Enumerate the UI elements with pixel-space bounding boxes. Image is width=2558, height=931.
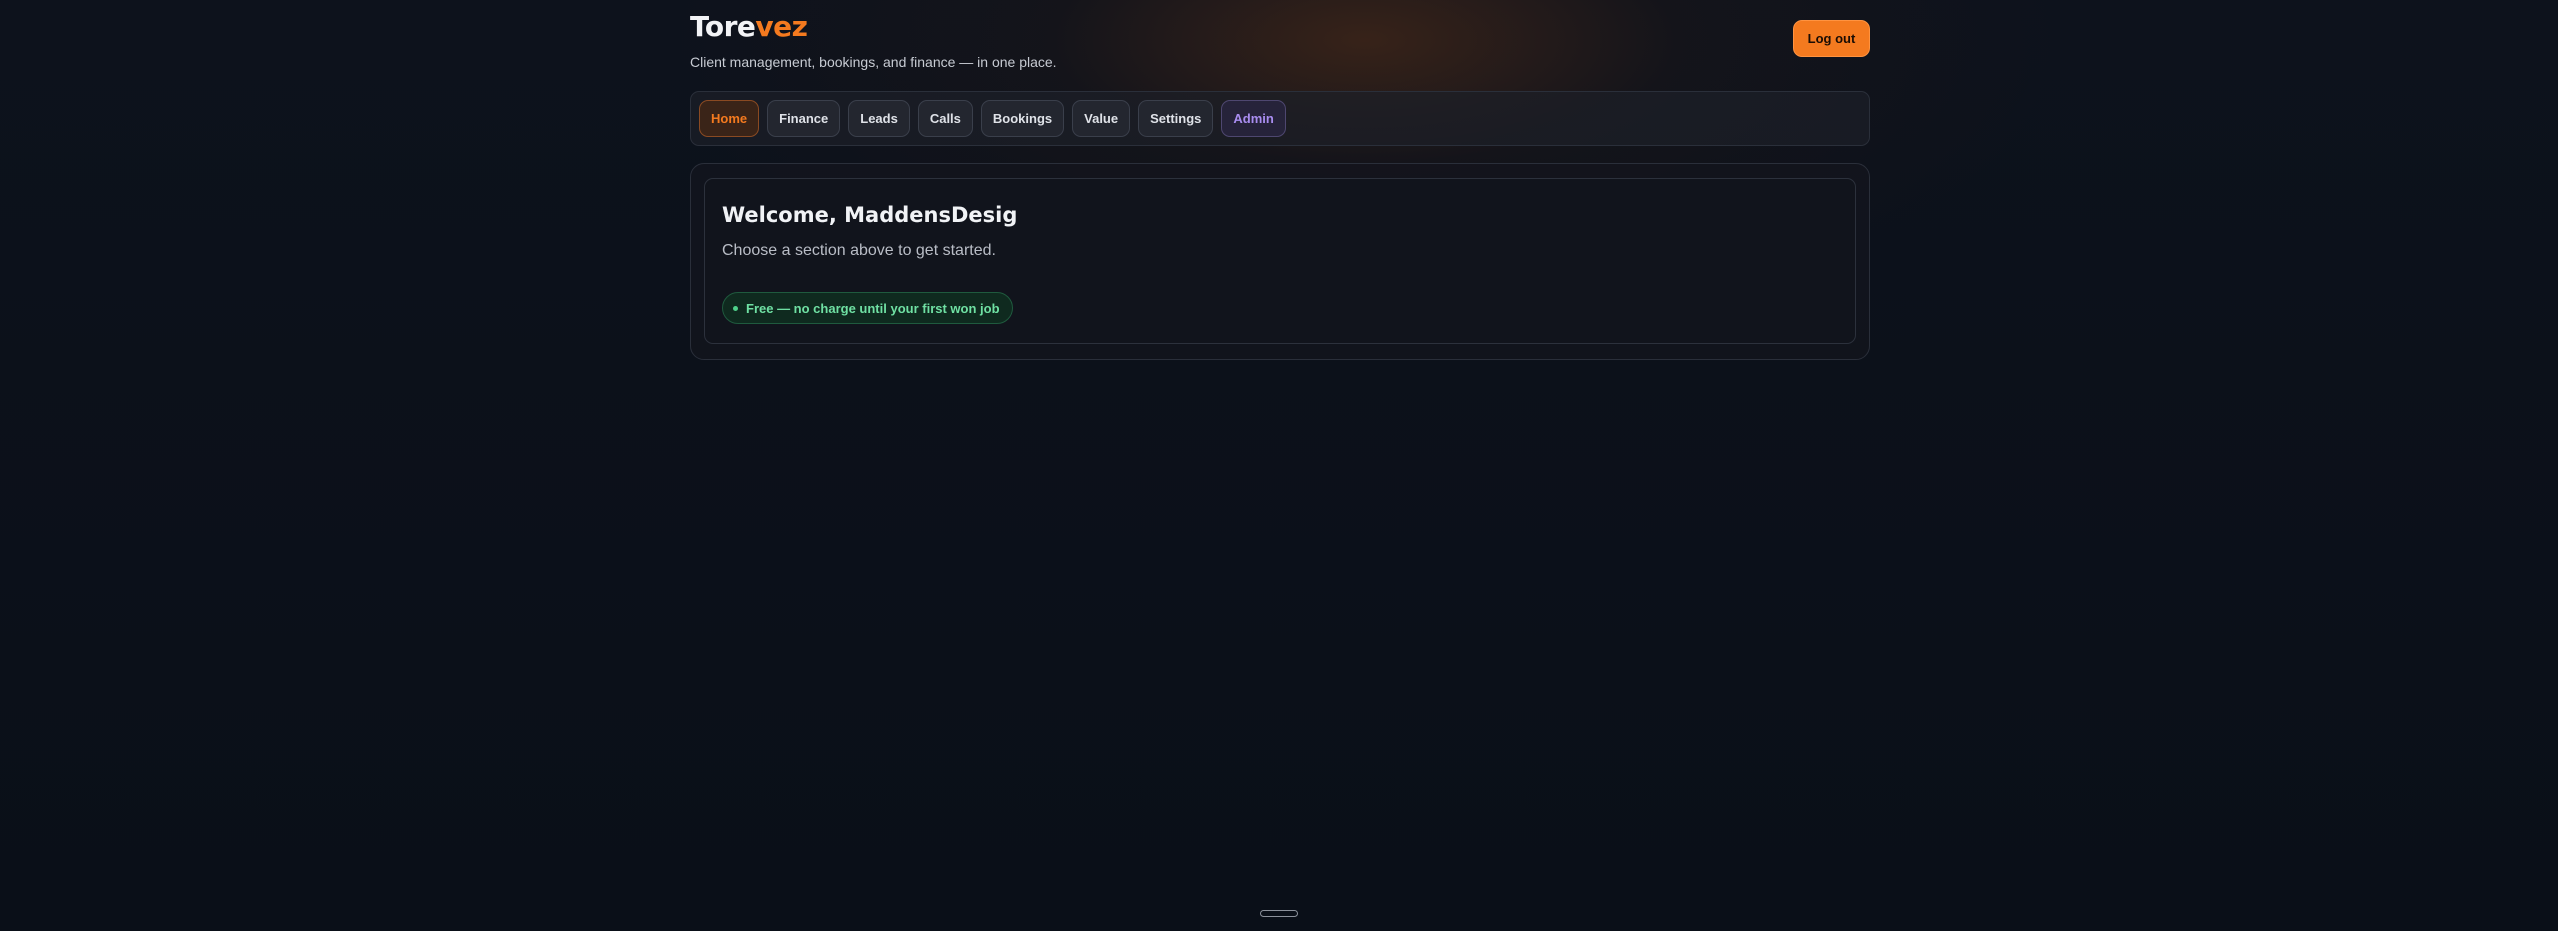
tab-calls[interactable]: Calls — [917, 100, 973, 137]
brand-name-part2: vez — [755, 10, 808, 43]
tab-bookings[interactable]: Bookings — [980, 100, 1065, 137]
tab-admin[interactable]: Admin — [1221, 100, 1286, 137]
brand-logo[interactable]: Torevez — [690, 10, 808, 44]
scroll-handle[interactable] — [1260, 910, 1298, 917]
tab-settings[interactable]: Settings — [1138, 100, 1214, 137]
header: Torevez Client management, bookings, and… — [690, 0, 1870, 90]
welcome-subtitle: Choose a section above to get started. — [722, 242, 996, 259]
tab-leads[interactable]: Leads — [848, 100, 910, 137]
brand-name-part1: Tore — [690, 10, 756, 43]
tab-finance[interactable]: Finance — [767, 100, 841, 137]
status-dot-icon — [733, 305, 738, 311]
app-container: Torevez Client management, bookings, and… — [690, 0, 1870, 360]
content-panel: Welcome, MaddensDesig Choose a section a… — [690, 163, 1870, 360]
tagline: Client management, bookings, and finance… — [690, 54, 1057, 70]
free-plan-badge-label: Free — no charge until your first won jo… — [746, 300, 1000, 316]
logout-button[interactable]: Log out — [1793, 20, 1870, 57]
tab-value[interactable]: Value — [1072, 100, 1131, 137]
welcome-card: Welcome, MaddensDesig Choose a section a… — [704, 178, 1856, 344]
welcome-heading: Welcome, MaddensDesig — [722, 203, 1018, 227]
tab-home[interactable]: Home — [699, 100, 760, 137]
free-plan-badge: Free — no charge until your first won jo… — [722, 292, 1013, 324]
main-nav: Home Finance Leads Calls Bookings Value … — [690, 91, 1870, 146]
